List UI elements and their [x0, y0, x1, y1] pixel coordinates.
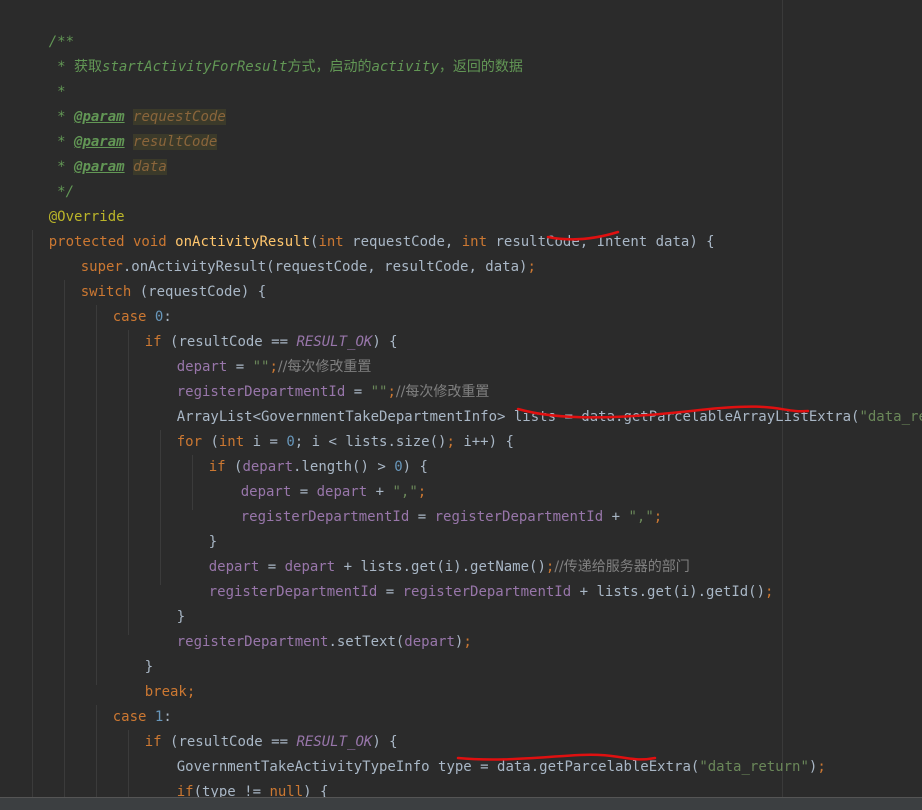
code-line[interactable]: /** — [15, 5, 74, 50]
code-line[interactable]: ArrayList<GovernmentTakeDepartmentInfo> … — [143, 380, 922, 425]
field: registerDepartmentId — [240, 509, 410, 525]
field: depart — [404, 634, 455, 650]
code-line[interactable]: * — [15, 55, 65, 100]
code-line[interactable]: case 1: — [79, 680, 172, 725]
code-line[interactable]: * @param requestCode — [15, 80, 226, 125]
field: registerDepartmentId — [402, 584, 572, 600]
code-line[interactable]: @Override — [15, 180, 125, 225]
code-line[interactable]: */ — [15, 155, 74, 200]
code-line[interactable]: if (resultCode == RESULT_OK) { — [111, 305, 398, 350]
code-text: + lists.get(i).getId() — [571, 584, 766, 600]
punctuation: ; — [765, 584, 774, 600]
indent-guide — [128, 330, 129, 635]
comment-text: ，返回的数据 — [438, 59, 523, 75]
comment-text: activity — [371, 59, 439, 75]
code-line[interactable]: registerDepartment.setText(depart); — [143, 605, 472, 650]
code-line[interactable]: registerDepartmentId = "";//每次修改重置 — [143, 355, 490, 400]
punctuation: ; — [186, 684, 196, 700]
javadoc-tag: @param — [74, 159, 125, 175]
javadoc-param-name: data — [133, 159, 167, 175]
code-text: + — [603, 509, 629, 525]
code-line[interactable]: case 0: — [79, 280, 172, 325]
string: "data_return" — [699, 759, 809, 775]
code-line[interactable]: depart = depart + lists.get(i).getName()… — [175, 530, 690, 575]
code-line[interactable]: for (int i = 0; i < lists.size(); i++) { — [143, 405, 514, 450]
code-line[interactable]: registerDepartmentId = registerDepartmen… — [175, 555, 774, 600]
code-text: .setText( — [328, 634, 405, 650]
comment-text: startActivityForResult — [102, 59, 288, 75]
comment-text: 方式，启动的 — [287, 59, 372, 75]
indent-guide — [64, 280, 65, 810]
code-line[interactable]: switch (requestCode) { — [47, 255, 266, 300]
punctuation: ; — [463, 634, 472, 650]
punctuation: ; — [653, 509, 663, 525]
code-line[interactable]: if (resultCode == RESULT_OK) { — [111, 705, 398, 750]
code-line[interactable]: super.onActivityResult(requestCode, resu… — [47, 230, 536, 275]
punctuation: ; — [446, 434, 464, 450]
code-line[interactable]: registerDepartmentId = registerDepartmen… — [207, 480, 662, 525]
field: registerDepartment — [176, 634, 329, 650]
indent-guide — [96, 305, 97, 685]
code-line[interactable]: * @param resultCode — [15, 105, 218, 150]
comment-text — [125, 159, 133, 175]
field: registerDepartmentId — [434, 509, 604, 525]
code-editor[interactable]: /** * 获取startActivityForResult方式，启动的acti… — [0, 0, 922, 810]
code-text: = — [377, 584, 403, 600]
code-line[interactable]: protected void onActivityResult(int requ… — [15, 205, 715, 250]
code-line[interactable]: if(type != null) { — [143, 755, 329, 800]
punctuation: ; — [527, 259, 536, 275]
indent-guide — [32, 230, 33, 810]
code-line[interactable]: } — [111, 630, 153, 675]
code-text: = — [409, 509, 435, 525]
status-bar — [0, 797, 922, 810]
code-line[interactable]: depart = "";//每次修改重置 — [143, 330, 372, 375]
code-line[interactable]: } — [143, 580, 185, 625]
code-text: i++) { — [463, 434, 514, 450]
code-line[interactable]: if (depart.length() > 0) { — [175, 430, 428, 475]
code-line[interactable]: depart = depart + ","; — [207, 455, 426, 500]
comment-text: 获取 — [74, 59, 103, 75]
field: registerDepartmentId — [208, 584, 378, 600]
code-line[interactable]: break; — [111, 655, 196, 700]
string: "," — [628, 509, 654, 525]
code-line[interactable]: * @param data — [15, 130, 167, 175]
punctuation: ; — [817, 759, 826, 775]
string: "data_return" — [859, 409, 922, 425]
code-text: ) { — [372, 334, 398, 350]
code-line[interactable]: } — [175, 505, 217, 550]
code-line[interactable]: * 获取startActivityForResult方式，启动的activity… — [15, 30, 523, 75]
code-line[interactable]: GovernmentTakeActivityTypeInfo type = da… — [143, 730, 826, 775]
